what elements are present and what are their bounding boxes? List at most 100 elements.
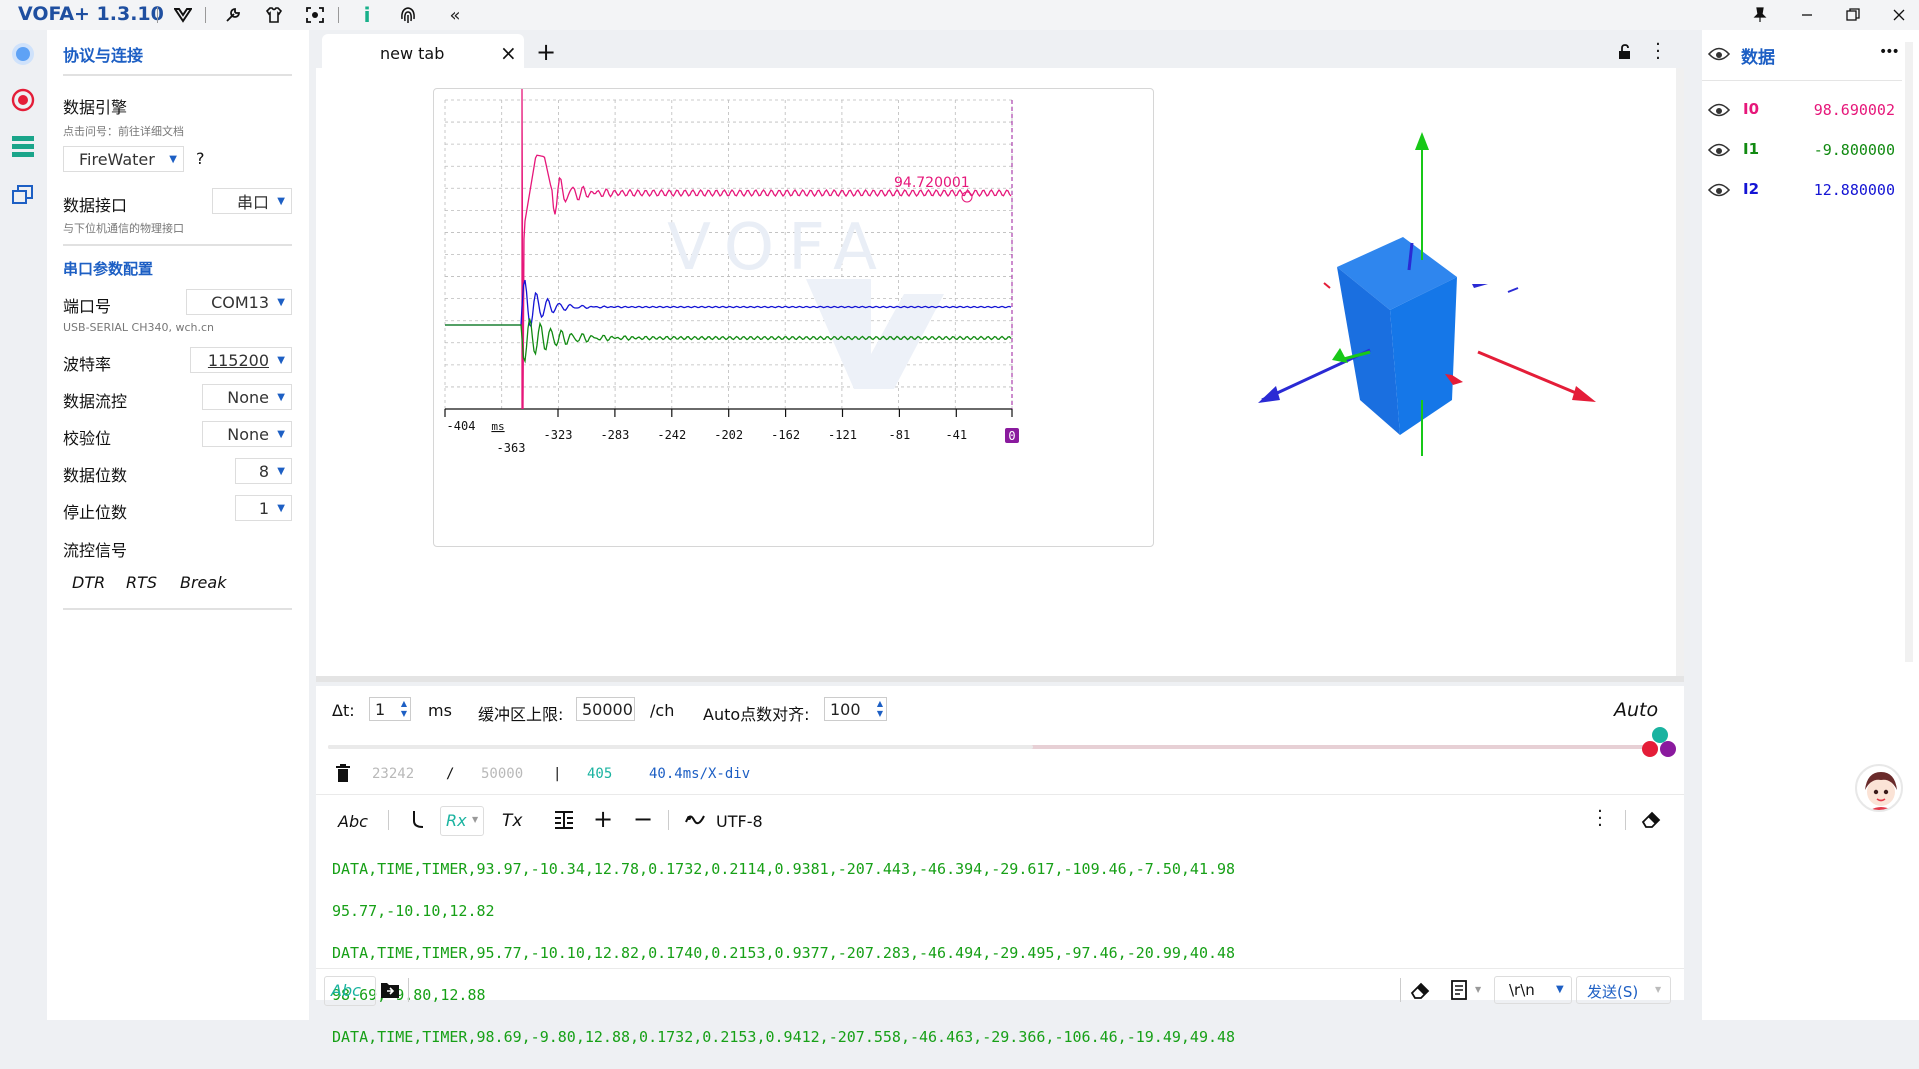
engine-select[interactable]: FireWater xyxy=(63,146,184,172)
vofa-logo-icon[interactable] xyxy=(172,4,194,26)
zoom-out-icon[interactable]: − xyxy=(633,805,653,833)
unlock-icon[interactable] xyxy=(1617,44,1633,64)
align-label: Auto点数对齐: xyxy=(703,705,810,724)
text-format-icon[interactable] xyxy=(554,810,574,834)
fingerprint-icon[interactable] xyxy=(397,4,419,26)
stopbits-select[interactable]: 1 xyxy=(235,495,292,521)
x-tick-label: -363 xyxy=(497,441,526,455)
interface-select[interactable]: 串口 xyxy=(212,188,292,214)
eye-icon[interactable] xyxy=(1708,143,1730,157)
send-abc-label: Abc xyxy=(331,981,361,1000)
help-icon[interactable]: ? xyxy=(196,149,205,168)
hook-icon[interactable] xyxy=(410,809,426,835)
dt-unit: ms xyxy=(428,701,452,720)
trash-icon[interactable] xyxy=(335,764,351,786)
toolbar-divider xyxy=(1400,978,1401,1002)
chevron-down-icon[interactable]: ▼ xyxy=(1655,985,1661,994)
add-tab-icon[interactable]: + xyxy=(536,38,556,66)
eye-icon[interactable] xyxy=(1708,183,1730,197)
dtr-button[interactable]: DTR xyxy=(72,573,105,592)
rts-button[interactable]: RTS xyxy=(126,573,157,592)
chevron-down-icon[interactable]: ▼ xyxy=(1475,985,1481,994)
databits-select[interactable]: 8 xyxy=(235,458,292,484)
close-icon[interactable] xyxy=(1879,2,1919,28)
wrench-icon[interactable] xyxy=(222,4,244,26)
stepper-arrows-icon[interactable]: ▲ ▼ xyxy=(401,699,407,719)
eraser-icon[interactable] xyxy=(1641,810,1661,832)
attitude-cube-widget[interactable] xyxy=(1240,120,1620,470)
rx-menu-icon[interactable]: · · · xyxy=(1596,803,1604,835)
windows-icon[interactable] xyxy=(7,178,39,210)
cube xyxy=(1337,237,1457,435)
interface-label: 数据接口 xyxy=(63,196,128,215)
wave-icon[interactable] xyxy=(685,812,705,832)
data-panel-scrollbar[interactable] xyxy=(1905,42,1913,662)
capture-icon[interactable] xyxy=(304,4,326,26)
data-panel-menu-icon[interactable]: ••• xyxy=(1879,44,1900,60)
tab-menu-icon[interactable]: · · · xyxy=(1654,36,1662,68)
baud-select[interactable]: 115200 xyxy=(190,347,292,373)
waveform-chart[interactable]: VOFA 94.720001 -404 -363 -323 -283 -242 -202 -16… xyxy=(434,88,1155,548)
flow-value: None xyxy=(227,387,269,407)
parity-value: None xyxy=(227,424,269,444)
collapse-icon[interactable]: « xyxy=(444,4,466,26)
section-title: 协议与连接 xyxy=(63,46,144,65)
log-line: 95.77,-10.10,12.82 xyxy=(332,902,495,920)
log-line: DATA,TIME,TIMER,93.97,-10.34,12.78,0.173… xyxy=(332,860,1236,878)
engine-label: 数据引擎 xyxy=(63,98,128,117)
shirt-icon[interactable] xyxy=(263,4,285,26)
buffer-unit: /ch xyxy=(650,701,675,720)
flow-select[interactable]: None xyxy=(202,384,292,410)
toolbar-divider xyxy=(1625,810,1626,830)
buffer-input[interactable]: 50000 xyxy=(576,697,635,721)
auto-button[interactable]: Auto xyxy=(1614,699,1658,721)
stepper-arrows-icon[interactable]: ▲ ▼ xyxy=(877,699,883,719)
align-stepper[interactable]: 100 ▲ ▼ xyxy=(824,697,887,721)
buffer-label: 缓冲区上限: xyxy=(478,705,564,724)
sample-count: 23242 xyxy=(372,766,415,782)
eye-icon[interactable] xyxy=(1707,46,1731,65)
maximize-icon[interactable] xyxy=(1833,2,1873,28)
history-icon[interactable] xyxy=(1450,980,1468,1004)
encoding-label[interactable]: UTF-8 xyxy=(716,812,763,831)
x-tick-label: -283 xyxy=(600,428,629,442)
abc-toggle[interactable]: Abc xyxy=(338,812,368,831)
tab-close-icon[interactable]: × xyxy=(500,41,517,65)
slider-handle-purple[interactable] xyxy=(1660,741,1676,757)
clear-send-icon[interactable] xyxy=(1410,981,1430,1003)
assistant-avatar[interactable] xyxy=(1855,764,1903,812)
x-tick-label: 0 xyxy=(1008,429,1015,443)
splitter[interactable] xyxy=(316,676,1684,682)
minimize-icon[interactable] xyxy=(1787,2,1827,28)
data-list-icon[interactable] xyxy=(7,130,39,162)
tab-label: new tab xyxy=(380,44,445,63)
divider xyxy=(63,74,292,76)
port-label: 端口号 xyxy=(63,297,112,316)
databits-label: 数据位数 xyxy=(63,466,128,485)
range-slider-fill xyxy=(328,745,1033,749)
rx-log[interactable]: DATA,TIME,TIMER,93.97,-10.34,12.78,0.173… xyxy=(332,838,1292,1069)
dt-value: 1 xyxy=(375,699,386,719)
break-button[interactable]: Break xyxy=(180,573,226,592)
interface-hint: 与下位机通信的物理接口 xyxy=(63,222,184,235)
port-select[interactable]: COM13 xyxy=(186,289,292,315)
toolbar-divider xyxy=(408,978,409,1002)
send-file-icon[interactable] xyxy=(380,981,400,1003)
x-tick-label: -404 xyxy=(447,419,476,433)
slider-handle-red[interactable] xyxy=(1642,741,1658,757)
tx-toggle[interactable]: Tx xyxy=(502,811,522,831)
info-icon[interactable]: i xyxy=(356,3,378,27)
eye-icon[interactable] xyxy=(1708,103,1730,117)
waveform-widget[interactable]: VOFA 94.720001 -404 -363 -323 -283 -242 -202 -16… xyxy=(433,88,1154,547)
parity-select[interactable]: None xyxy=(202,421,292,447)
pin-icon[interactable] xyxy=(1740,2,1780,28)
stats-bar: | xyxy=(553,766,562,782)
dt-label: Δt: xyxy=(332,701,355,720)
divider xyxy=(63,608,292,610)
main-scrollbar[interactable] xyxy=(1676,68,1684,678)
dt-stepper[interactable]: 1 ▲ ▼ xyxy=(369,697,411,721)
zoom-in-icon[interactable]: + xyxy=(593,805,613,833)
record-icon[interactable] xyxy=(7,84,39,116)
connection-icon[interactable] xyxy=(7,38,39,70)
log-line: 98.69,-9.80,12.88 xyxy=(332,985,1292,1006)
